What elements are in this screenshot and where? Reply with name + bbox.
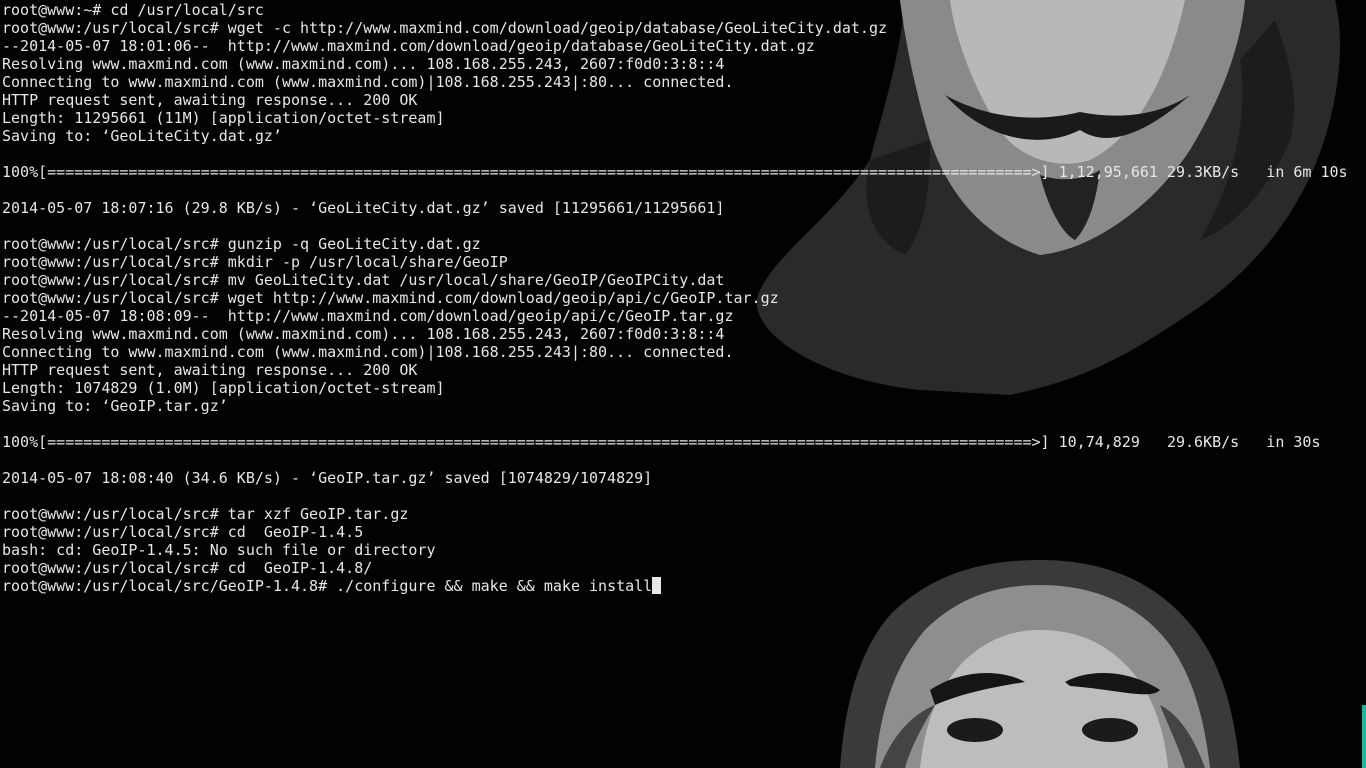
terminal-output: root@www:~# cd /usr/local/src root@www:/u… <box>2 1 1348 595</box>
output-line: Resolving www.maxmind.com (www.maxmind.c… <box>2 325 725 343</box>
output-line: 2014-05-07 18:07:16 (29.8 KB/s) - ‘GeoLi… <box>2 199 725 217</box>
output-line: root@www:/usr/local/src# cd GeoIP-1.4.5 <box>2 523 364 541</box>
current-command-line[interactable]: root@www:/usr/local/src/GeoIP-1.4.8# ./c… <box>2 577 1348 595</box>
output-line: root@www:/usr/local/src# mkdir -p /usr/l… <box>2 253 508 271</box>
output-line: HTTP request sent, awaiting response... … <box>2 361 418 379</box>
output-line: 100%[===================================… <box>2 433 1321 451</box>
output-line: bash: cd: GeoIP-1.4.5: No such file or d… <box>2 541 436 559</box>
output-line: Length: 11295661 (11M) [application/octe… <box>2 109 445 127</box>
output-line: HTTP request sent, awaiting response... … <box>2 91 418 109</box>
output-line: Connecting to www.maxmind.com (www.maxmi… <box>2 73 734 91</box>
output-line: Resolving www.maxmind.com (www.maxmind.c… <box>2 55 725 73</box>
output-line: root@www:/usr/local/src# tar xzf GeoIP.t… <box>2 505 409 523</box>
output-line: 100%[===================================… <box>2 163 1348 181</box>
output-line: root@www:~# cd /usr/local/src <box>2 1 264 19</box>
output-line: Saving to: ‘GeoLiteCity.dat.gz’ <box>2 127 282 145</box>
output-line: root@www:/usr/local/src# cd GeoIP-1.4.8/ <box>2 559 373 577</box>
output-line: Saving to: ‘GeoIP.tar.gz’ <box>2 397 228 415</box>
scrollbar-accent[interactable] <box>1362 705 1366 768</box>
shell-prompt: root@www:/usr/local/src/GeoIP-1.4.8# <box>2 577 337 595</box>
output-line: 2014-05-07 18:08:40 (34.6 KB/s) - ‘GeoIP… <box>2 469 653 487</box>
text-cursor <box>652 577 662 594</box>
terminal-window[interactable]: root@www:~# cd /usr/local/src root@www:/u… <box>0 0 1366 768</box>
output-line: root@www:/usr/local/src# wget http://www… <box>2 289 779 307</box>
output-line: --2014-05-07 18:01:06-- http://www.maxmi… <box>2 37 815 55</box>
output-line: Connecting to www.maxmind.com (www.maxmi… <box>2 343 734 361</box>
output-line: root@www:/usr/local/src# gunzip -q GeoLi… <box>2 235 481 253</box>
output-line: root@www:/usr/local/src# wget -c http://… <box>2 19 888 37</box>
output-line: root@www:/usr/local/src# mv GeoLiteCity.… <box>2 271 725 289</box>
output-line: Length: 1074829 (1.0M) [application/octe… <box>2 379 445 397</box>
output-line: --2014-05-07 18:08:09-- http://www.maxmi… <box>2 307 734 325</box>
command-input[interactable]: ./configure && make && make install <box>336 577 652 595</box>
